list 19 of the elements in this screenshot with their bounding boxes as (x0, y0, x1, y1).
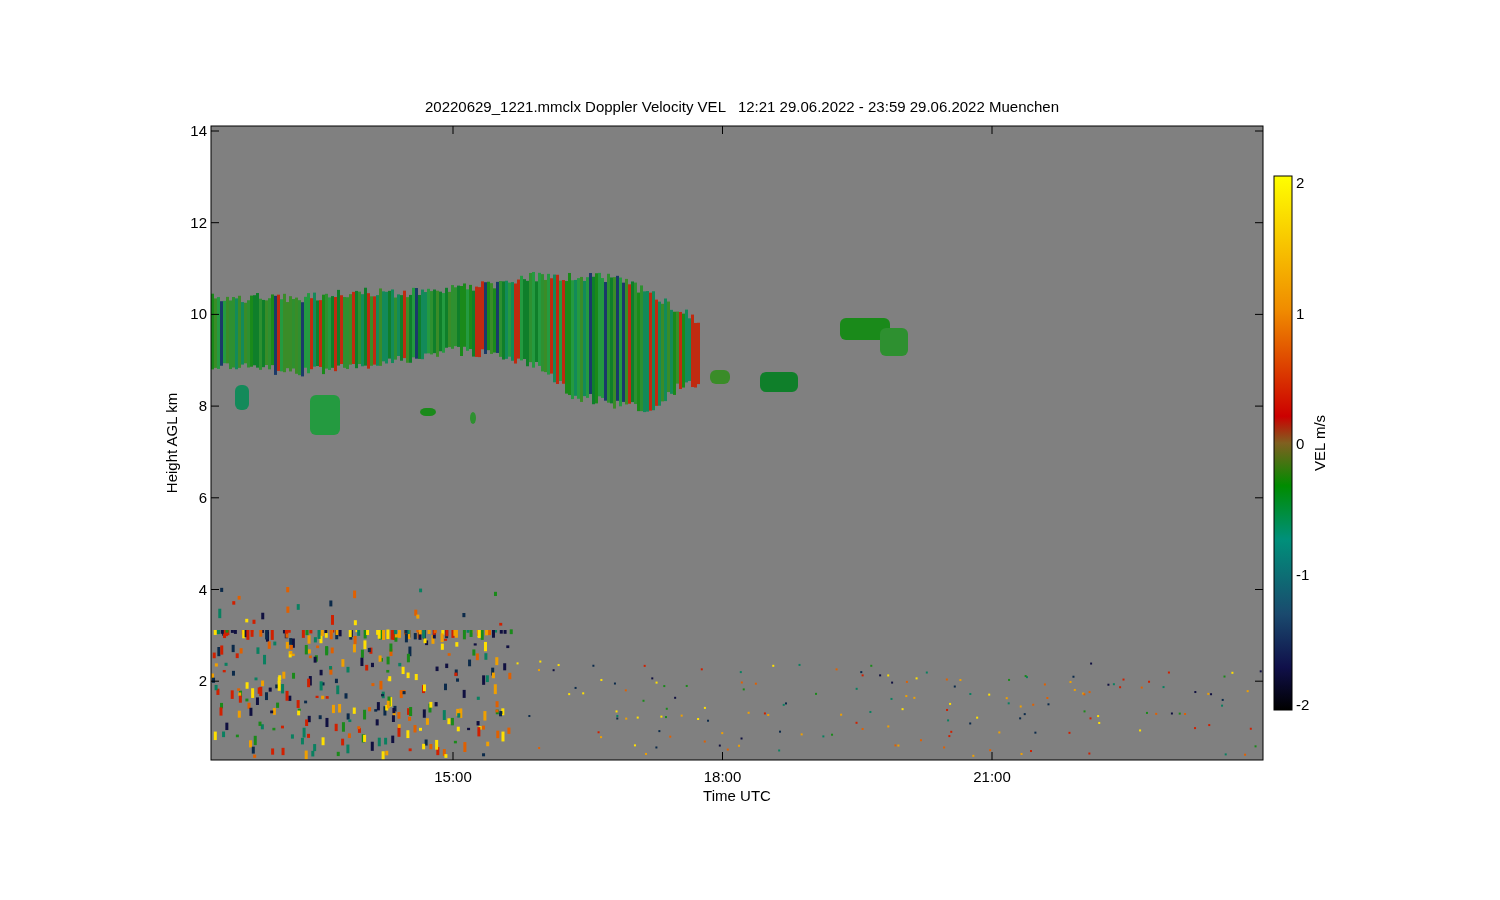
tick-label: 0 (1296, 435, 1305, 452)
tick-label: 12 (190, 213, 207, 231)
axis-label: Height AGL km (163, 392, 180, 494)
tick-label: 10 (190, 305, 207, 323)
tick-label: -2 (1296, 696, 1310, 713)
axis-label: VEL m/s (1311, 414, 1328, 472)
tick-label: 4 (198, 580, 207, 598)
axis-label: Time UTC (703, 787, 771, 804)
tick-label: 14 (190, 122, 207, 139)
plot-title: 20220629_1221.mmclx Doppler Velocity VEL 12:21 29.06.2022 - 23:59 29.06.2022 Muenchen (424, 98, 1060, 115)
tick-label: 1 (1296, 304, 1305, 322)
tick-label: 18:00 (703, 768, 742, 785)
tick-label: 6 (198, 488, 207, 506)
tick-label: 8 (198, 397, 207, 415)
tick-label: 2 (1296, 174, 1305, 191)
tick-label: 21:00 (973, 768, 1011, 785)
tick-label: 15:00 (434, 768, 472, 785)
tick-label: 2 (198, 672, 207, 690)
tick-label: -1 (1296, 565, 1310, 583)
